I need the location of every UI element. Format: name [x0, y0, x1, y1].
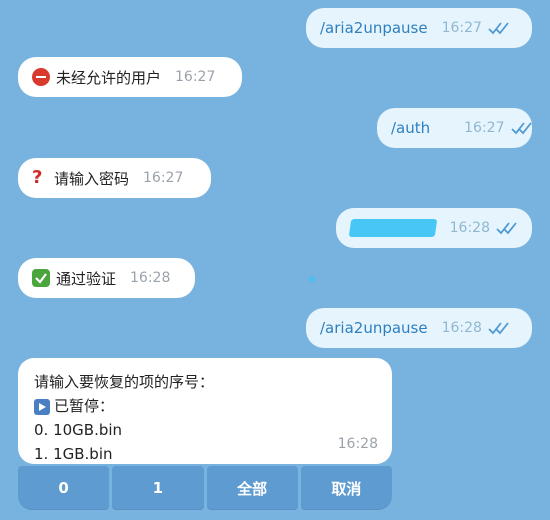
keyboard-button-all[interactable]: 全部 — [206, 466, 298, 510]
outgoing-message[interactable]: /aria2unpause 16:27 — [306, 8, 532, 48]
bot-prompt-message[interactable]: 请输入要恢复的项的序号： 已暂停： 0. 10GB.bin 1. 1GB.bin… — [18, 358, 392, 464]
outgoing-message[interactable]: 16:28 — [336, 208, 532, 248]
paused-label: 已暂停： — [54, 397, 115, 415]
redacted-text — [348, 219, 437, 237]
question-mark-icon: ? — [32, 167, 43, 188]
message-text: 请输入密码 — [54, 169, 130, 188]
play-icon — [34, 398, 50, 415]
outgoing-message[interactable]: /aria2unpause 16:28 — [306, 308, 532, 348]
message-text: /aria2unpause — [320, 319, 428, 337]
message-time: 16:28 — [441, 320, 482, 336]
incoming-message[interactable]: ? 请输入密码 16:27 — [18, 158, 211, 198]
keyboard-button-cancel[interactable]: 取消 — [300, 466, 392, 510]
read-checkmarks-icon — [488, 321, 510, 335]
no-entry-icon — [32, 68, 50, 86]
read-checkmarks-icon — [496, 221, 518, 235]
message-time: 16:27 — [441, 20, 482, 36]
read-checkmarks-icon — [510, 121, 533, 135]
message-text: 通过验证 — [56, 269, 117, 288]
paused-header: 已暂停： — [34, 394, 376, 418]
message-time: 16:28 — [130, 270, 171, 286]
message-time: 16:28 — [337, 436, 378, 452]
prompt-title: 请输入要恢复的项的序号： — [34, 373, 215, 391]
chat-area: /aria2unpause 16:27 未经允许的用户 16:27 /auth … — [0, 0, 550, 520]
decorative-dot — [309, 276, 315, 282]
incoming-message[interactable]: 未经允许的用户 16:27 — [18, 57, 242, 97]
check-mark-icon — [32, 269, 50, 287]
outgoing-message[interactable]: /auth 16:27 — [377, 108, 532, 148]
inline-keyboard: 0 1 全部 取消 — [18, 466, 392, 510]
read-checkmarks-icon — [488, 21, 510, 35]
keyboard-button-1[interactable]: 1 — [112, 466, 204, 510]
message-time: 16:27 — [143, 170, 184, 186]
paused-item: 1. 1GB.bin — [34, 445, 113, 463]
keyboard-button-0[interactable]: 0 — [18, 466, 110, 510]
paused-item: 0. 10GB.bin — [34, 421, 123, 439]
message-time: 16:28 — [449, 220, 490, 236]
message-text: 未经允许的用户 — [56, 68, 162, 87]
incoming-message[interactable]: 通过验证 16:28 — [18, 258, 195, 298]
message-text: /auth — [391, 119, 431, 137]
message-time: 16:27 — [464, 120, 505, 136]
message-text: /aria2unpause — [320, 19, 428, 37]
message-time: 16:27 — [175, 69, 216, 85]
